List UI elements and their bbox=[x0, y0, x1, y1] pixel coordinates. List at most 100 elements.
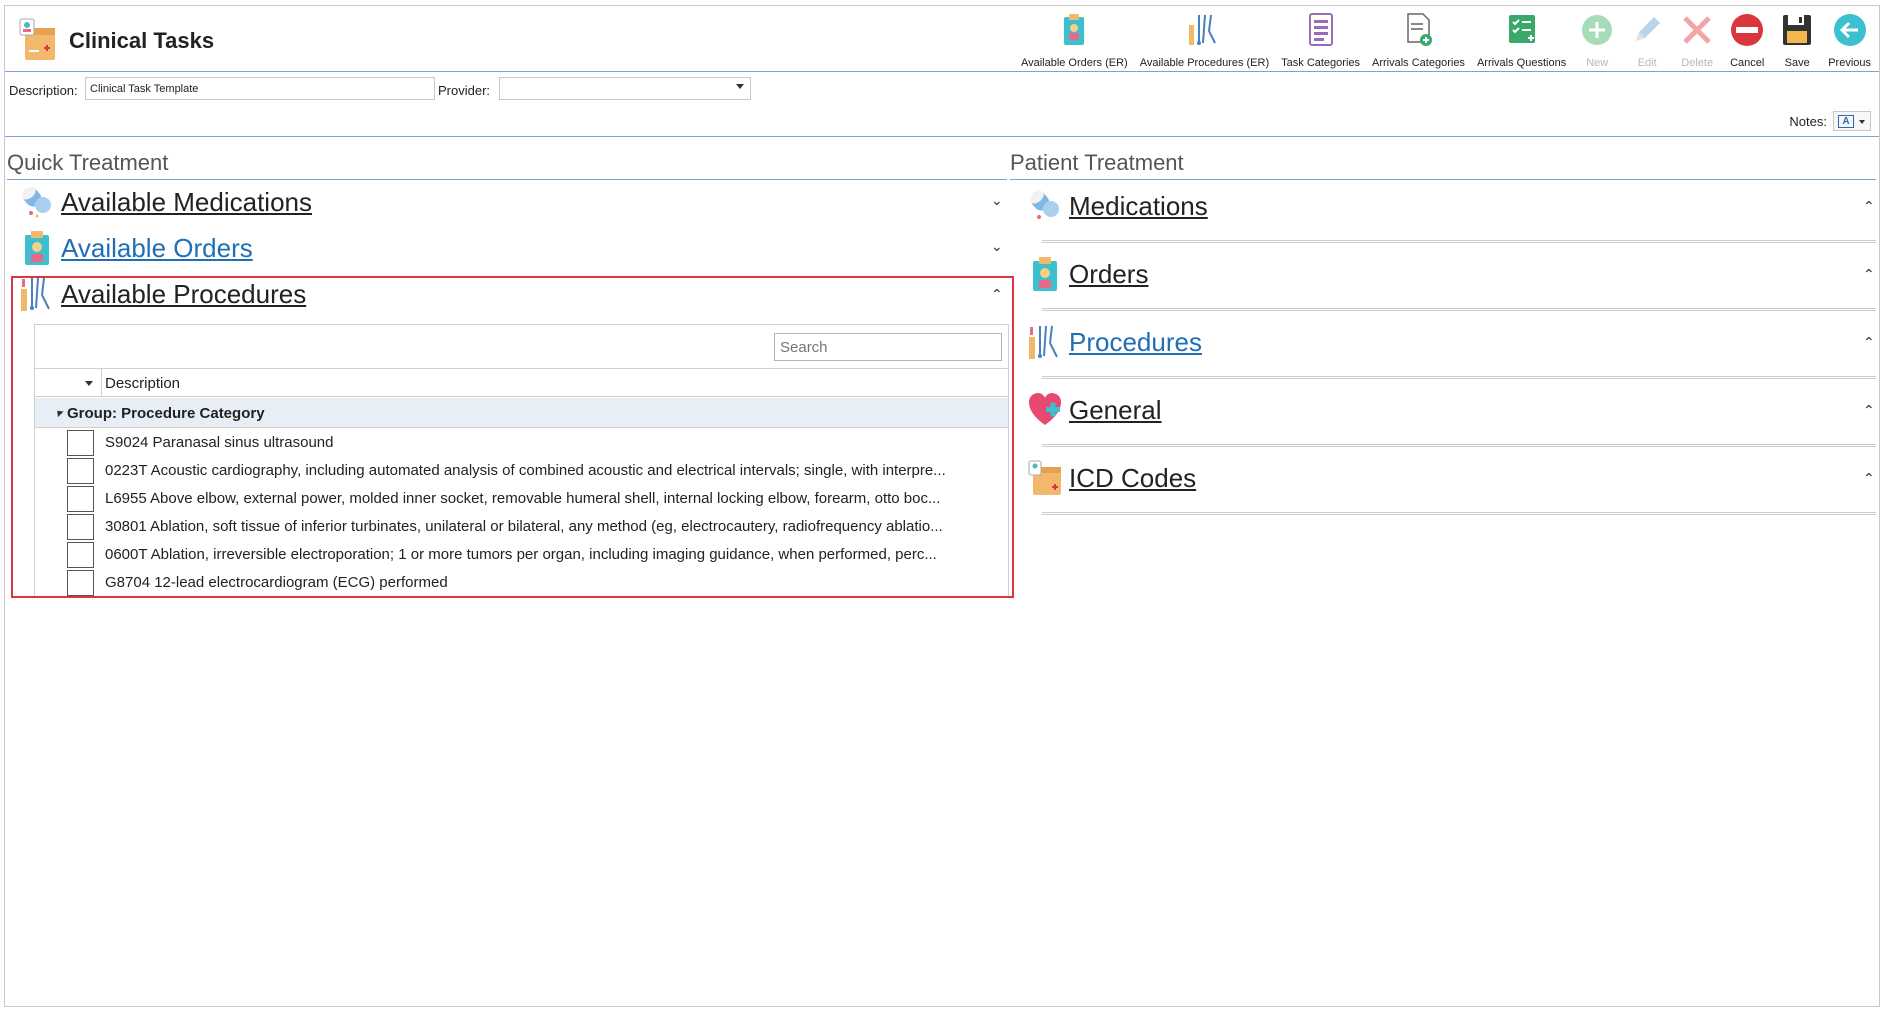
expander-title[interactable]: Medications bbox=[1069, 191, 1208, 222]
expander-title[interactable]: Available Medications bbox=[61, 187, 312, 218]
header: Clinical Tasks Available Orders (ER) Ava… bbox=[5, 6, 1879, 72]
column-header[interactable]: Description bbox=[35, 369, 1008, 397]
row-description: S9024 Paranasal sinus ultrasound bbox=[105, 434, 334, 451]
app-title: Clinical Tasks bbox=[69, 28, 215, 53]
row-description: 30801 Ablation, soft tissue of inferior … bbox=[105, 518, 943, 535]
divider bbox=[1042, 444, 1876, 447]
divider bbox=[1042, 308, 1876, 311]
add-icon bbox=[1582, 15, 1613, 45]
notes-label: Notes: bbox=[1789, 113, 1827, 129]
medications-icon bbox=[21, 186, 51, 218]
column-separator bbox=[101, 369, 102, 397]
row-checkbox[interactable] bbox=[67, 458, 94, 484]
form-row: Description: Provider: bbox=[5, 77, 1879, 103]
chevron-up-icon[interactable]: ⌃ bbox=[1863, 198, 1875, 215]
table-row[interactable]: G8704 12-lead electrocardiogram (ECG) pe… bbox=[35, 568, 1008, 596]
notes-control: Notes: A bbox=[1789, 110, 1871, 132]
expander-title[interactable]: Available Procedures bbox=[61, 279, 306, 310]
group-row[interactable]: Group: Procedure Category bbox=[35, 398, 1008, 428]
row-checkbox[interactable] bbox=[67, 514, 94, 540]
row-checkbox[interactable] bbox=[67, 486, 94, 512]
column-title-description[interactable]: Description bbox=[105, 375, 180, 392]
chevron-up-icon[interactable]: ⌃ bbox=[1863, 402, 1875, 419]
expander-title[interactable]: ICD Codes bbox=[1069, 463, 1196, 494]
text-format-icon: A bbox=[1838, 115, 1854, 128]
description-label: Description: bbox=[9, 83, 78, 98]
row-description: 0600T Ablation, irreversible electropora… bbox=[105, 546, 937, 563]
row-checkbox[interactable] bbox=[67, 570, 94, 596]
toolbar-label: Previous bbox=[1828, 57, 1871, 69]
table-row[interactable]: 0600T Ablation, irreversible electropora… bbox=[35, 540, 1008, 568]
table-row[interactable]: 30801 Ablation, soft tissue of inferior … bbox=[35, 512, 1008, 540]
collapse-triangle-icon[interactable] bbox=[54, 407, 64, 418]
pencil-icon bbox=[1636, 17, 1661, 41]
patient-treatment-title: Patient Treatment bbox=[1010, 150, 1184, 175]
toolbar-label: Available Orders (ER) bbox=[1020, 57, 1128, 69]
procedures-grid: Description Group: Procedure Category S9… bbox=[34, 324, 1009, 596]
provider-label: Provider: bbox=[438, 83, 491, 98]
expander-available-orders[interactable]: Available Orders bbox=[19, 228, 253, 268]
sort-arrow-icon[interactable] bbox=[85, 381, 93, 386]
expander-icd-codes[interactable]: ICD Codes bbox=[1027, 458, 1196, 498]
cancel-button[interactable]: Cancel bbox=[1722, 8, 1772, 70]
back-arrow-icon bbox=[1833, 14, 1866, 46]
list-icon bbox=[1308, 13, 1333, 46]
orders-icon bbox=[1064, 14, 1085, 45]
expander-available-medications[interactable]: Available Medications bbox=[19, 182, 312, 222]
divider bbox=[7, 179, 1007, 180]
orders-icon bbox=[1033, 257, 1057, 291]
provider-select[interactable] bbox=[499, 77, 751, 100]
toolbar-label: Cancel bbox=[1730, 57, 1765, 69]
divider bbox=[1042, 240, 1876, 243]
divider bbox=[1042, 376, 1876, 379]
previous-button[interactable]: Previous bbox=[1822, 8, 1877, 70]
cancel-icon bbox=[1731, 14, 1764, 46]
toolbar-label: Task Categories bbox=[1281, 57, 1361, 69]
delete-button[interactable]: Delete bbox=[1672, 8, 1722, 70]
expander-title[interactable]: Orders bbox=[1069, 259, 1148, 290]
task-categories-button[interactable]: Task Categories bbox=[1275, 8, 1366, 70]
expander-procedures[interactable]: Procedures bbox=[1027, 322, 1202, 362]
search-input[interactable] bbox=[774, 333, 1002, 361]
chevron-down-icon[interactable]: ⌄ bbox=[991, 192, 1003, 209]
chevron-up-icon[interactable]: ⌃ bbox=[1863, 334, 1875, 351]
notes-dropdown-button[interactable]: A bbox=[1833, 111, 1871, 131]
procedures-icon bbox=[1189, 14, 1217, 45]
row-checkbox[interactable] bbox=[67, 430, 94, 456]
toolbar-label: Delete bbox=[1681, 57, 1714, 69]
chevron-down-icon[interactable]: ⌄ bbox=[991, 238, 1003, 255]
toolbar: Available Orders (ER) Available Procedur… bbox=[1015, 8, 1877, 70]
expander-title[interactable]: Procedures bbox=[1069, 327, 1202, 358]
new-button[interactable]: New bbox=[1572, 8, 1622, 70]
group-label: Group: Procedure Category bbox=[67, 405, 265, 422]
checklist-icon bbox=[1508, 15, 1535, 43]
clinical-tasks-icon bbox=[19, 18, 55, 60]
edit-button[interactable]: Edit bbox=[1622, 8, 1672, 70]
expander-title[interactable]: Available Orders bbox=[61, 233, 253, 264]
divider bbox=[5, 136, 1879, 137]
toolbar-label: Available Procedures (ER) bbox=[1139, 57, 1270, 69]
row-checkbox[interactable] bbox=[67, 542, 94, 568]
expander-orders[interactable]: Orders bbox=[1027, 254, 1148, 294]
expander-title[interactable]: General bbox=[1069, 395, 1162, 426]
chevron-up-icon[interactable]: ⌃ bbox=[1863, 470, 1875, 487]
orders-icon bbox=[25, 231, 49, 265]
icd-codes-icon bbox=[1028, 460, 1061, 495]
delete-x-icon bbox=[1683, 16, 1711, 44]
table-row[interactable]: 0223T Acoustic cardiography, including a… bbox=[35, 456, 1008, 484]
available-procedures-er-button[interactable]: Available Procedures (ER) bbox=[1134, 8, 1275, 70]
table-row[interactable]: S9024 Paranasal sinus ultrasound bbox=[35, 428, 1008, 456]
toolbar-label: Edit bbox=[1637, 57, 1657, 69]
chevron-up-icon[interactable]: ⌃ bbox=[991, 286, 1003, 303]
save-button[interactable]: Save bbox=[1772, 8, 1822, 70]
description-field[interactable] bbox=[85, 77, 435, 100]
table-row[interactable]: L6955 Above elbow, external power, molde… bbox=[35, 484, 1008, 512]
arrivals-questions-button[interactable]: Arrivals Questions bbox=[1471, 8, 1572, 70]
chevron-down-icon bbox=[736, 84, 744, 89]
expander-medications[interactable]: Medications bbox=[1027, 186, 1208, 226]
available-orders-er-button[interactable]: Available Orders (ER) bbox=[1015, 8, 1134, 70]
arrivals-categories-button[interactable]: Arrivals Categories bbox=[1366, 8, 1471, 70]
chevron-up-icon[interactable]: ⌃ bbox=[1863, 266, 1875, 283]
expander-available-procedures[interactable]: Available Procedures bbox=[19, 274, 306, 314]
expander-general[interactable]: General bbox=[1027, 390, 1162, 430]
